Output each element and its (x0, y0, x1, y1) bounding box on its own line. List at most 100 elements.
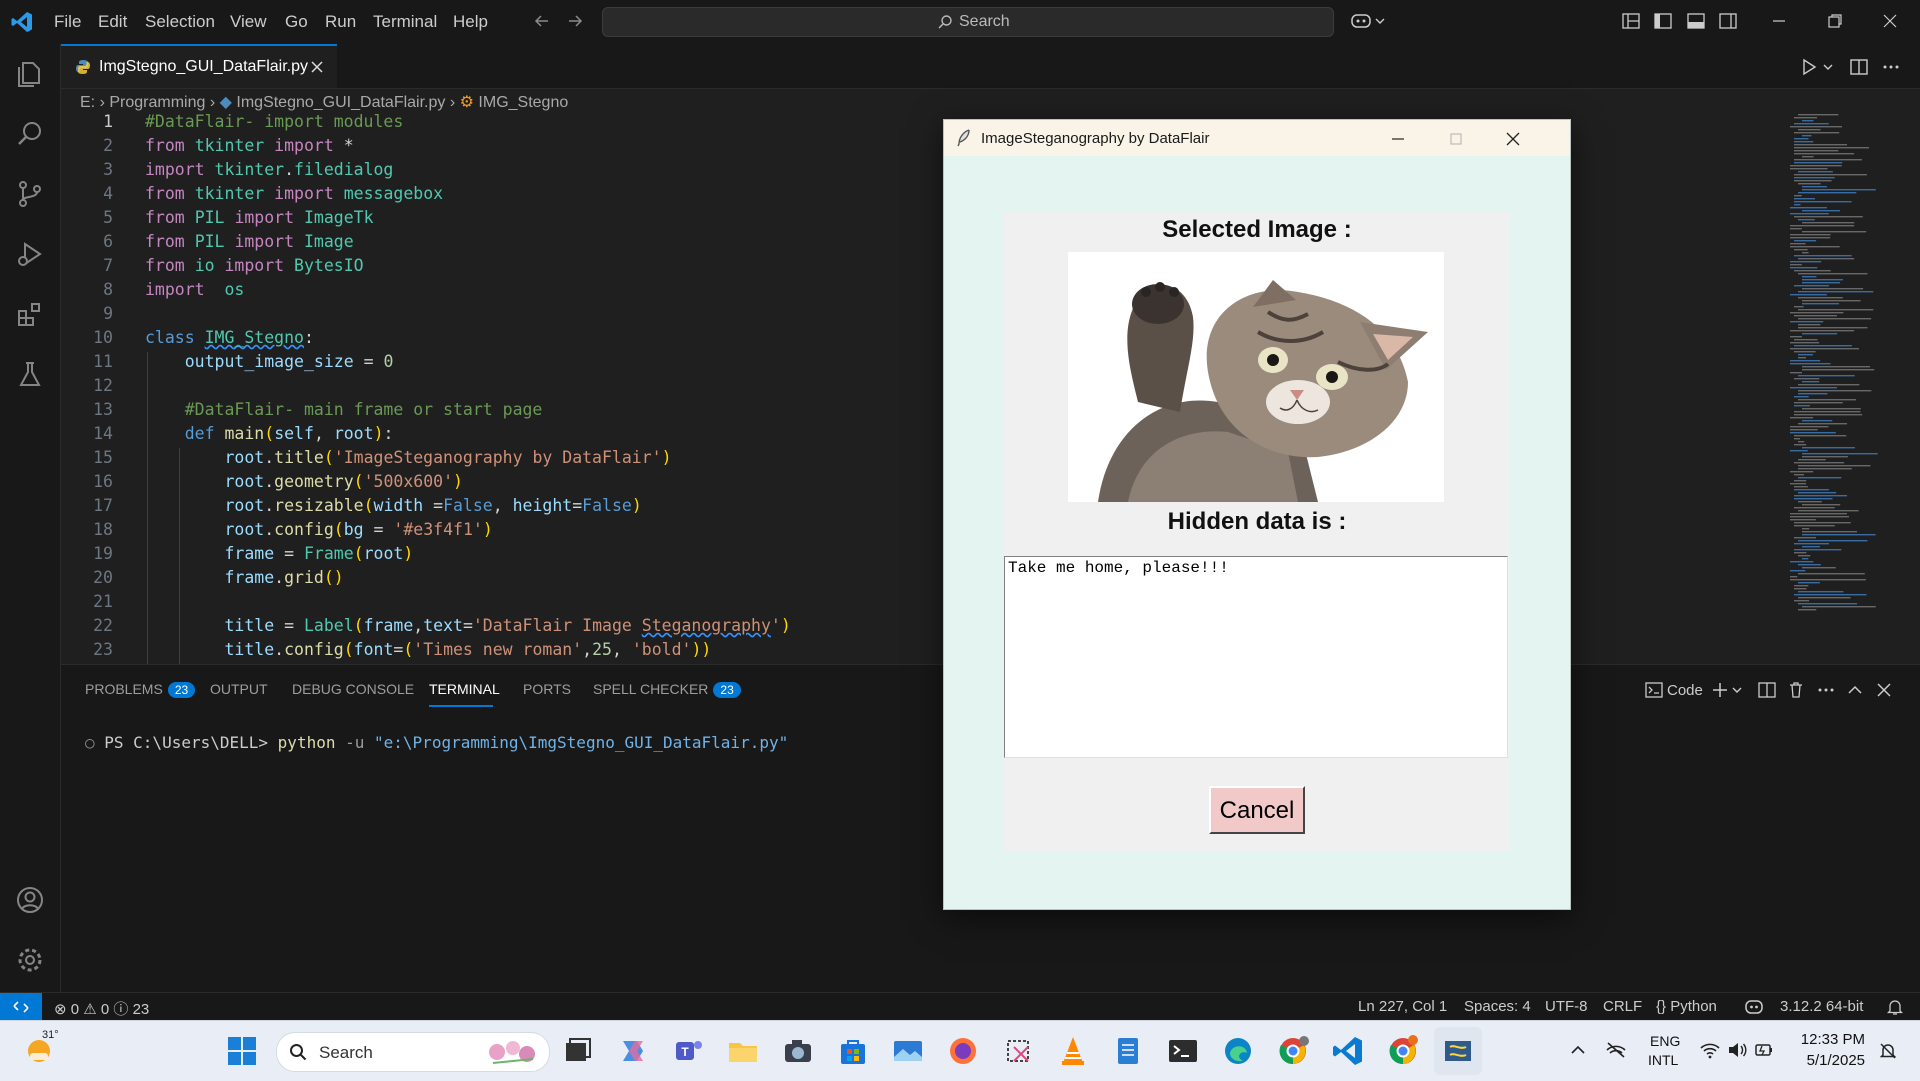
edge-icon[interactable] (1220, 1033, 1256, 1069)
panel-tab-ports[interactable]: PORTS (523, 681, 571, 697)
volume-icon[interactable] (1727, 1041, 1747, 1059)
photos-icon[interactable] (890, 1033, 926, 1069)
cursor-position[interactable]: Ln 227, Col 1 (1358, 998, 1447, 1015)
copilot-icon[interactable] (1350, 12, 1388, 30)
search-view-icon[interactable] (14, 118, 46, 150)
tk-close-icon[interactable] (1505, 131, 1521, 147)
menu-help[interactable]: Help (453, 12, 488, 32)
python-interpreter[interactable]: 3.12.2 64-bit (1780, 998, 1863, 1015)
chrome-icon[interactable] (1385, 1033, 1421, 1069)
show-hidden-icons-chevron-icon[interactable] (1570, 1043, 1586, 1057)
toggle-primary-sidebar-icon[interactable] (1654, 12, 1672, 30)
indentation[interactable]: Spaces: 4 (1464, 998, 1531, 1015)
tab-close-icon[interactable] (310, 60, 324, 74)
forward-arrow-icon[interactable] (566, 12, 584, 30)
extensions-icon[interactable] (14, 298, 46, 330)
terminal-shell-name[interactable]: Code (1667, 682, 1703, 699)
clock-time[interactable]: 12:33 PM (1795, 1031, 1865, 1048)
menu-edit[interactable]: Edit (98, 12, 127, 32)
task-view-icon[interactable] (560, 1033, 596, 1069)
copilot-app-icon[interactable] (615, 1033, 651, 1069)
breadcrumb-folder[interactable]: Programming (109, 94, 205, 111)
toggle-panel-icon[interactable] (1687, 12, 1705, 30)
vscode-logo-icon[interactable] (10, 10, 34, 34)
accounts-icon[interactable] (14, 884, 46, 916)
python-tk-window-icon[interactable] (1440, 1033, 1476, 1069)
explorer-icon[interactable] (14, 58, 46, 90)
panel-tab-output[interactable]: OUTPUT (210, 681, 268, 697)
notepad-icon[interactable] (1110, 1033, 1146, 1069)
run-file-icon[interactable] (1800, 58, 1818, 76)
camera-icon[interactable] (780, 1033, 816, 1069)
vlc-icon[interactable] (1055, 1033, 1091, 1069)
wifi-icon[interactable] (1700, 1041, 1720, 1059)
menu-file[interactable]: File (54, 12, 81, 32)
vscode-taskbar-icon[interactable] (1330, 1033, 1366, 1069)
windows-terminal-icon[interactable] (1165, 1033, 1201, 1069)
breadcrumb-file[interactable]: ImgStegno_GUI_DataFlair.py (236, 94, 445, 111)
minimize-icon[interactable] (1770, 12, 1788, 30)
problems-status[interactable]: ⊗ 0 ⚠ 0 ⓘ 23 (54, 998, 149, 1019)
manage-gear-icon[interactable] (14, 944, 46, 976)
command-center-search[interactable]: Search (602, 7, 1334, 37)
battery-icon[interactable] (1754, 1041, 1774, 1059)
menu-go[interactable]: Go (285, 12, 308, 32)
maximize-panel-chevron-icon[interactable] (1846, 681, 1864, 699)
copilot-status-icon[interactable] (1744, 998, 1764, 1016)
file-explorer-icon[interactable] (725, 1033, 761, 1069)
input-layout[interactable]: INTL (1648, 1052, 1678, 1068)
breadcrumb-symbol[interactable]: IMG_Stegno (478, 94, 568, 111)
input-language[interactable]: ENG (1650, 1033, 1680, 1049)
minimap[interactable] (1788, 112, 1908, 652)
snipping-tool-icon[interactable] (1000, 1033, 1036, 1069)
panel-tab-debug-console[interactable]: DEBUG CONSOLE (292, 681, 414, 697)
toggle-secondary-sidebar-icon[interactable] (1719, 12, 1737, 30)
run-dropdown-chevron-icon[interactable] (1822, 62, 1834, 72)
panel-more-icon[interactable] (1817, 681, 1835, 699)
run-debug-icon[interactable] (14, 238, 46, 270)
panel-tab-spell-checker[interactable]: SPELL CHECKER 23 (593, 681, 741, 698)
weather-widget[interactable]: 31° (24, 1029, 59, 1065)
menu-selection[interactable]: Selection (145, 12, 215, 32)
split-editor-icon[interactable] (1850, 58, 1868, 76)
terminal-output[interactable]: ○ PS C:\Users\DELL> python -u "e:\Progra… (85, 733, 788, 752)
menu-terminal[interactable]: Terminal (373, 12, 437, 32)
tk-minimize-icon[interactable] (1390, 131, 1406, 147)
remote-indicator[interactable] (0, 993, 42, 1021)
firefox-icon[interactable] (945, 1033, 981, 1069)
new-terminal-icon[interactable] (1711, 681, 1729, 699)
microsoft-store-icon[interactable] (835, 1033, 871, 1069)
panel-tab-terminal[interactable]: TERMINAL (429, 681, 500, 697)
windows-start-icon[interactable] (224, 1033, 260, 1069)
teams-icon[interactable]: T (670, 1033, 706, 1069)
panel-tab-problems[interactable]: PROBLEMS 23 (85, 681, 196, 698)
tk-title-bar[interactable]: ImageSteganography by DataFlair (944, 120, 1570, 156)
editor-scrollbar[interactable] (1908, 112, 1920, 664)
end-of-line[interactable]: CRLF (1603, 998, 1642, 1015)
clock-date[interactable]: 5/1/2025 (1795, 1052, 1865, 1069)
network-disconnected-icon[interactable] (1605, 1041, 1627, 1059)
encoding[interactable]: UTF-8 (1545, 998, 1588, 1015)
close-window-icon[interactable] (1881, 12, 1899, 30)
restore-icon[interactable] (1826, 12, 1844, 30)
notifications-bell-icon[interactable] (1886, 998, 1904, 1016)
hidden-data-textbox[interactable]: Take me home, please!!! (1004, 556, 1508, 758)
cancel-button[interactable]: Cancel (1209, 786, 1305, 834)
split-terminal-icon[interactable] (1758, 681, 1776, 699)
kill-terminal-trash-icon[interactable] (1787, 681, 1805, 699)
terminal-dropdown-chevron-icon[interactable] (1731, 685, 1743, 695)
tab-imgstegno[interactable]: ImgStegno_GUI_DataFlair.py (61, 44, 337, 88)
language-mode[interactable]: {} Python (1656, 998, 1717, 1015)
back-arrow-icon[interactable] (533, 12, 551, 30)
notification-bell-do-not-disturb-icon[interactable] (1878, 1041, 1898, 1061)
testing-icon[interactable] (14, 358, 46, 390)
close-panel-icon[interactable] (1875, 681, 1893, 699)
menu-run[interactable]: Run (325, 12, 356, 32)
chrome-profile-icon[interactable] (1275, 1033, 1311, 1069)
breadcrumb-drive[interactable]: E: (80, 94, 95, 111)
source-control-icon[interactable] (14, 178, 46, 210)
more-actions-icon[interactable] (1882, 58, 1900, 76)
customize-layout-icon[interactable] (1622, 12, 1640, 30)
taskbar-search[interactable]: Search (276, 1032, 550, 1072)
menu-view[interactable]: View (230, 12, 267, 32)
